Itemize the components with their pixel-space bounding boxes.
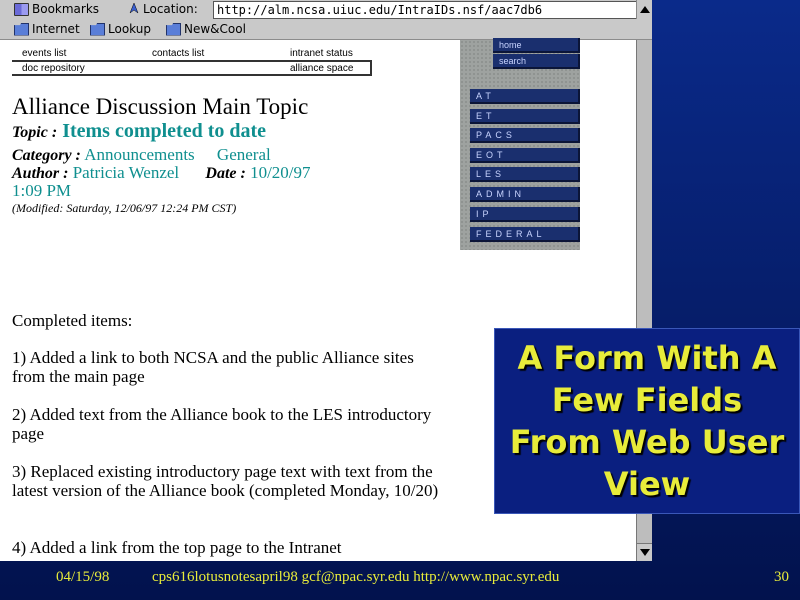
nav-divider [370,60,372,74]
contacts-list-link[interactable]: contacts list [152,48,204,59]
personal-link-label: Internet [32,22,80,36]
location-icon [129,3,139,14]
date-value: 10/20/97 [250,163,311,182]
bookmarks-button[interactable]: Bookmarks [14,2,99,16]
nav-home-button[interactable]: home [493,38,580,53]
events-list-link[interactable]: events list [22,48,66,59]
nav-divider [12,74,372,76]
time-value: 1:09 PM [12,181,72,200]
list-item: 3) Replaced existing introductory page t… [12,462,439,500]
category-value-2: General [216,145,271,164]
nav-divider [12,60,372,62]
nav-pacs-button[interactable]: PACS [470,128,580,143]
nav-at-button[interactable]: AT [470,89,580,104]
bookmarks-label: Bookmarks [32,2,100,16]
location-label-group: Location: [128,2,198,16]
personal-link-label: Lookup [108,22,151,36]
personal-link-lookup[interactable]: Lookup [90,22,151,36]
modified-note: (Modified: Saturday, 12/06/97 12:24 PM C… [12,201,237,215]
nav-et-button[interactable]: ET [470,109,580,124]
author-value: Patricia Wenzel [72,163,180,182]
nav-les-button[interactable]: LES [470,167,580,182]
list-item: 1) Added a link to both NCSA and the pub… [12,348,414,386]
nav-admin-button[interactable]: ADMIN [470,187,580,202]
personal-toolbar: Internet Lookup New&Cool [0,20,652,40]
location-toolbar: Bookmarks Location: http://alm.ncsa.uiuc… [0,0,652,21]
date-label: Date : [205,165,246,182]
personal-link-internet[interactable]: Internet [14,22,80,36]
completed-heading: Completed items: [12,311,133,330]
list-item: 2) Added text from the Alliance book to … [12,405,432,443]
folder-icon [14,22,29,36]
doc-repository-link[interactable]: doc repository [22,63,85,74]
footer-info: cps616lotusnotesapril98 gcf@npac.syr.edu… [152,569,560,585]
callout-text: A Form With A Few Fields From Web User V… [509,339,785,503]
page-number: 30 [774,569,789,585]
personal-link-newcool[interactable]: New&Cool [166,22,246,36]
folder-icon [166,22,181,36]
topic-label: Topic : [12,124,58,141]
location-label: Location: [143,2,198,16]
nav-eot-button[interactable]: EOT [470,148,580,163]
toolbar-scroll-button[interactable] [636,0,652,19]
nav-search-button[interactable]: search [493,54,580,69]
scroll-down-button[interactable] [636,543,652,561]
list-item: 4) Added a link from the top page to the… [12,538,342,557]
nav-federal-button[interactable]: FEDERAL [470,227,580,242]
category-line: Category : Announcements General [12,145,271,165]
intranet-status-link[interactable]: intranet status [290,48,353,59]
bookmark-icon [14,2,29,16]
category-label: Category : [12,147,81,164]
footer-date: 04/15/98 [56,569,110,585]
document-title: Alliance Discussion Main Topic [12,94,309,119]
slide-callout: A Form With A Few Fields From Web User V… [494,328,800,514]
personal-link-label: New&Cool [184,22,246,36]
alliance-space-link[interactable]: alliance space [290,63,353,74]
author-line: Author : Patricia Wenzel Date : 10/20/97 [12,163,311,183]
url-input[interactable]: http://alm.ncsa.uiuc.edu/IntraIDs.nsf/aa… [213,1,638,19]
nav-ip-button[interactable]: IP [470,207,580,222]
folder-icon [90,22,105,36]
topic-value: Items completed to date [62,120,267,142]
author-label: Author : [12,165,69,182]
topic-line: Topic : Items completed to date [12,120,266,143]
category-value: Announcements [84,145,195,164]
